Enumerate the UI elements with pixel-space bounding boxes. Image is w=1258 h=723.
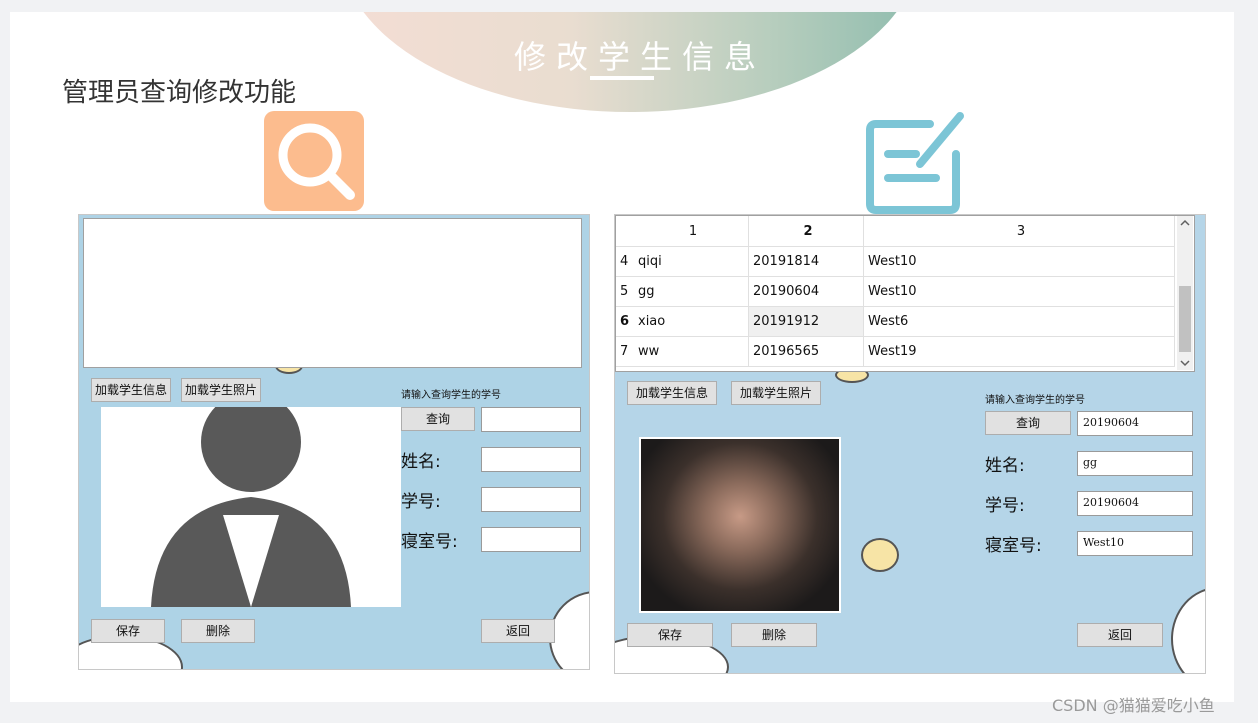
id-field[interactable]: 20190604 [1077,491,1193,516]
query-input[interactable]: 20190604 [1077,411,1193,436]
table-row[interactable]: 4 qiqi 20191814 West10 [616,246,1175,277]
save-button[interactable]: 保存 [91,619,165,643]
cell-id[interactable]: 20190604 [748,276,864,307]
dorm-label: 寝室号: [401,532,458,552]
chevron-down-icon[interactable] [1177,356,1193,370]
row-header: 7 [616,336,634,367]
load-student-info-button[interactable]: 加载学生信息 [91,378,171,402]
dorm-label: 寝室号: [985,536,1042,556]
dorm-field[interactable]: West10 [1077,531,1193,556]
banner-underline [590,76,654,80]
save-button[interactable]: 保存 [627,623,713,647]
cell-dorm[interactable]: West10 [863,276,1175,307]
banner-title: 修改学生信息 [513,38,766,76]
dorm-field[interactable] [481,527,581,552]
sun-decoration [861,538,899,572]
id-field[interactable] [481,487,581,512]
chevron-up-icon[interactable] [1177,216,1193,230]
row-header: 6 [616,306,634,337]
column-header[interactable]: 2 [748,216,864,247]
delete-button[interactable]: 删除 [181,619,255,643]
cell-name[interactable]: xiao [634,306,749,337]
column-header[interactable]: 1 [634,216,749,247]
slide: 修改学生信息 管理员查询修改功能 加载学生信息 加载学生照片 请输入查询学生的学… [10,12,1234,702]
load-student-photo-button[interactable]: 加载学生照片 [731,381,821,405]
name-field[interactable] [481,447,581,472]
table-row[interactable]: 5 gg 20190604 West10 [616,276,1175,307]
student-photo-placeholder [101,407,401,607]
student-photo [639,437,841,613]
student-data-grid[interactable]: 1 2 3 4 qiqi 20191814 West10 5 gg 201906… [615,215,1195,372]
table-row[interactable]: 6 xiao 20191912 West6 [616,306,1175,337]
right-app-window: 1 2 3 4 qiqi 20191814 West10 5 gg 201906… [614,214,1206,674]
id-label: 学号: [401,492,441,512]
id-label: 学号: [985,496,1025,516]
back-button[interactable]: 返回 [1077,623,1163,647]
cell-name[interactable]: gg [634,276,749,307]
cell-dorm[interactable]: West19 [863,336,1175,367]
edit-icon [866,112,964,214]
column-header[interactable]: 3 [863,216,1175,247]
load-student-photo-button[interactable]: 加载学生照片 [181,378,261,402]
query-button[interactable]: 查询 [985,411,1071,435]
query-input[interactable] [481,407,581,432]
back-button[interactable]: 返回 [481,619,555,643]
delete-button[interactable]: 删除 [731,623,817,647]
row-header: 4 [616,246,634,277]
query-prompt: 请输入查询学生的学号 [985,395,1085,406]
cell-dorm[interactable]: West10 [863,246,1175,277]
cell-name[interactable]: qiqi [634,246,749,277]
page-heading: 管理员查询修改功能 [62,78,297,108]
cloud-decoration [549,591,589,669]
name-label: 姓名: [401,452,441,472]
grid-corner [616,216,634,247]
default-avatar-icon [151,407,351,607]
query-button[interactable]: 查询 [401,407,475,431]
cell-id[interactable]: 20191814 [748,246,864,277]
table-row[interactable]: 7 ww 20196565 West19 [616,336,1175,367]
name-label: 姓名: [985,456,1025,476]
cell-name[interactable]: ww [634,336,749,367]
query-prompt: 请输入查询学生的学号 [401,390,501,401]
cloud-decoration [1171,587,1205,673]
load-student-info-button[interactable]: 加载学生信息 [627,381,717,405]
cell-id[interactable]: 20191912 [748,306,864,337]
vertical-scrollbar[interactable] [1177,216,1193,370]
name-field[interactable]: gg [1077,451,1193,476]
student-list-area[interactable] [83,218,582,368]
cell-id[interactable]: 20196565 [748,336,864,367]
search-icon [264,111,364,211]
left-app-window: 加载学生信息 加载学生照片 请输入查询学生的学号 查询 姓名: 学号: 寝室号:… [78,214,590,670]
csdn-watermark: CSDN @猫猫爱吃小鱼 [1052,696,1215,715]
row-header: 5 [616,276,634,307]
cell-dorm[interactable]: West6 [863,306,1175,337]
scrollbar-thumb[interactable] [1179,286,1191,352]
